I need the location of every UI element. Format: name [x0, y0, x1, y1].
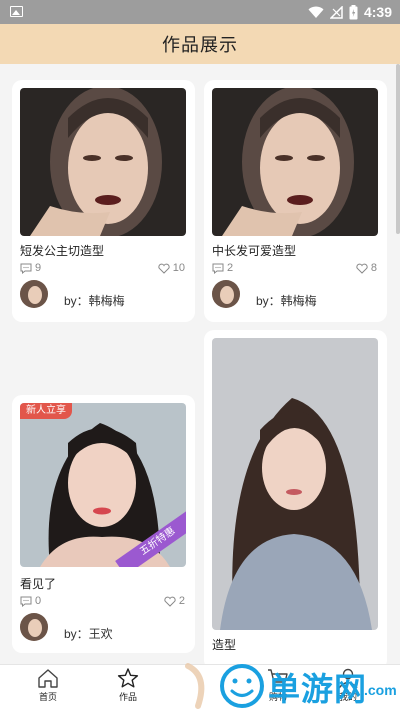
work-title: 看见了 — [20, 577, 57, 591]
tab-works[interactable]: 作品 — [98, 667, 158, 711]
like-count[interactable]: 2 — [164, 595, 185, 607]
tab-label: 首页 — [38, 692, 57, 702]
image-notification-icon — [10, 6, 23, 17]
work-photo: 新人立享 五折特惠 — [20, 403, 186, 567]
like-count[interactable]: 10 — [158, 262, 185, 274]
work-photo — [212, 88, 378, 236]
like-count-value: 2 — [178, 595, 185, 607]
comment-count: 0 — [20, 595, 41, 607]
work-photo — [212, 338, 378, 630]
work-title: 短发公主切造型 — [20, 244, 105, 258]
work-title: 造型 — [212, 638, 237, 652]
author-avatar[interactable] — [20, 280, 48, 308]
comment-icon — [20, 596, 32, 607]
cart-icon — [268, 669, 288, 687]
tab-profile[interactable]: 我的 — [318, 667, 378, 711]
comment-count-value: 0 — [35, 595, 42, 607]
wifi-icon — [308, 6, 324, 18]
author-name: by：韩梅梅 — [256, 294, 317, 308]
author-avatar[interactable] — [20, 613, 48, 641]
header-bar: 作品展示 — [0, 24, 400, 64]
status-time: 4:39 — [363, 4, 392, 20]
scrollbar[interactable] — [396, 64, 400, 234]
tab-label: 购物 — [268, 692, 287, 702]
page-title: 作品展示 — [162, 35, 238, 55]
comment-count-value: 9 — [35, 262, 42, 274]
work-card[interactable]: 造型 — [204, 330, 387, 664]
status-bar: 4:39 — [0, 0, 400, 24]
work-card[interactable]: 新人立享 五折特惠 看见了 0 2 by：王欢 — [12, 395, 195, 653]
heart-icon — [164, 596, 176, 607]
new-user-badge: 新人立享 — [20, 403, 72, 419]
bottom-tab-bar: 首页 作品 购物 我的 — [0, 664, 400, 711]
signal-icon — [329, 5, 343, 19]
comment-count: 2 — [212, 262, 233, 274]
comment-icon — [20, 263, 32, 274]
author-name: by：王欢 — [64, 627, 113, 641]
comment-count: 9 — [20, 262, 41, 274]
comment-icon — [212, 263, 224, 274]
work-card[interactable]: 短发公主切造型 9 10 by：韩梅梅 — [12, 80, 195, 322]
work-photo — [20, 88, 186, 236]
author-name: by：韩梅梅 — [64, 294, 125, 308]
tab-label: 我的 — [338, 692, 357, 702]
tab-home[interactable]: 首页 — [18, 667, 78, 711]
work-title: 中长发可爱造型 — [212, 244, 297, 258]
battery-icon — [349, 4, 358, 19]
heart-icon — [356, 263, 368, 274]
home-icon — [38, 669, 58, 688]
like-count-value: 10 — [172, 262, 185, 274]
works-feed[interactable]: 短发公主切造型 9 10 by：韩梅梅 中长发可爱造型 2 8 by：韩梅梅 新… — [0, 64, 400, 664]
author-avatar[interactable] — [212, 280, 240, 308]
star-icon — [117, 668, 139, 688]
heart-icon — [158, 263, 170, 274]
user-icon — [338, 668, 358, 689]
tab-label: 作品 — [118, 692, 137, 702]
comment-count-value: 2 — [227, 262, 234, 274]
like-count[interactable]: 8 — [356, 262, 377, 274]
like-count-value: 8 — [370, 262, 377, 274]
tab-shop[interactable]: 购物 — [248, 667, 308, 711]
work-card[interactable]: 中长发可爱造型 2 8 by：韩梅梅 — [204, 80, 387, 322]
